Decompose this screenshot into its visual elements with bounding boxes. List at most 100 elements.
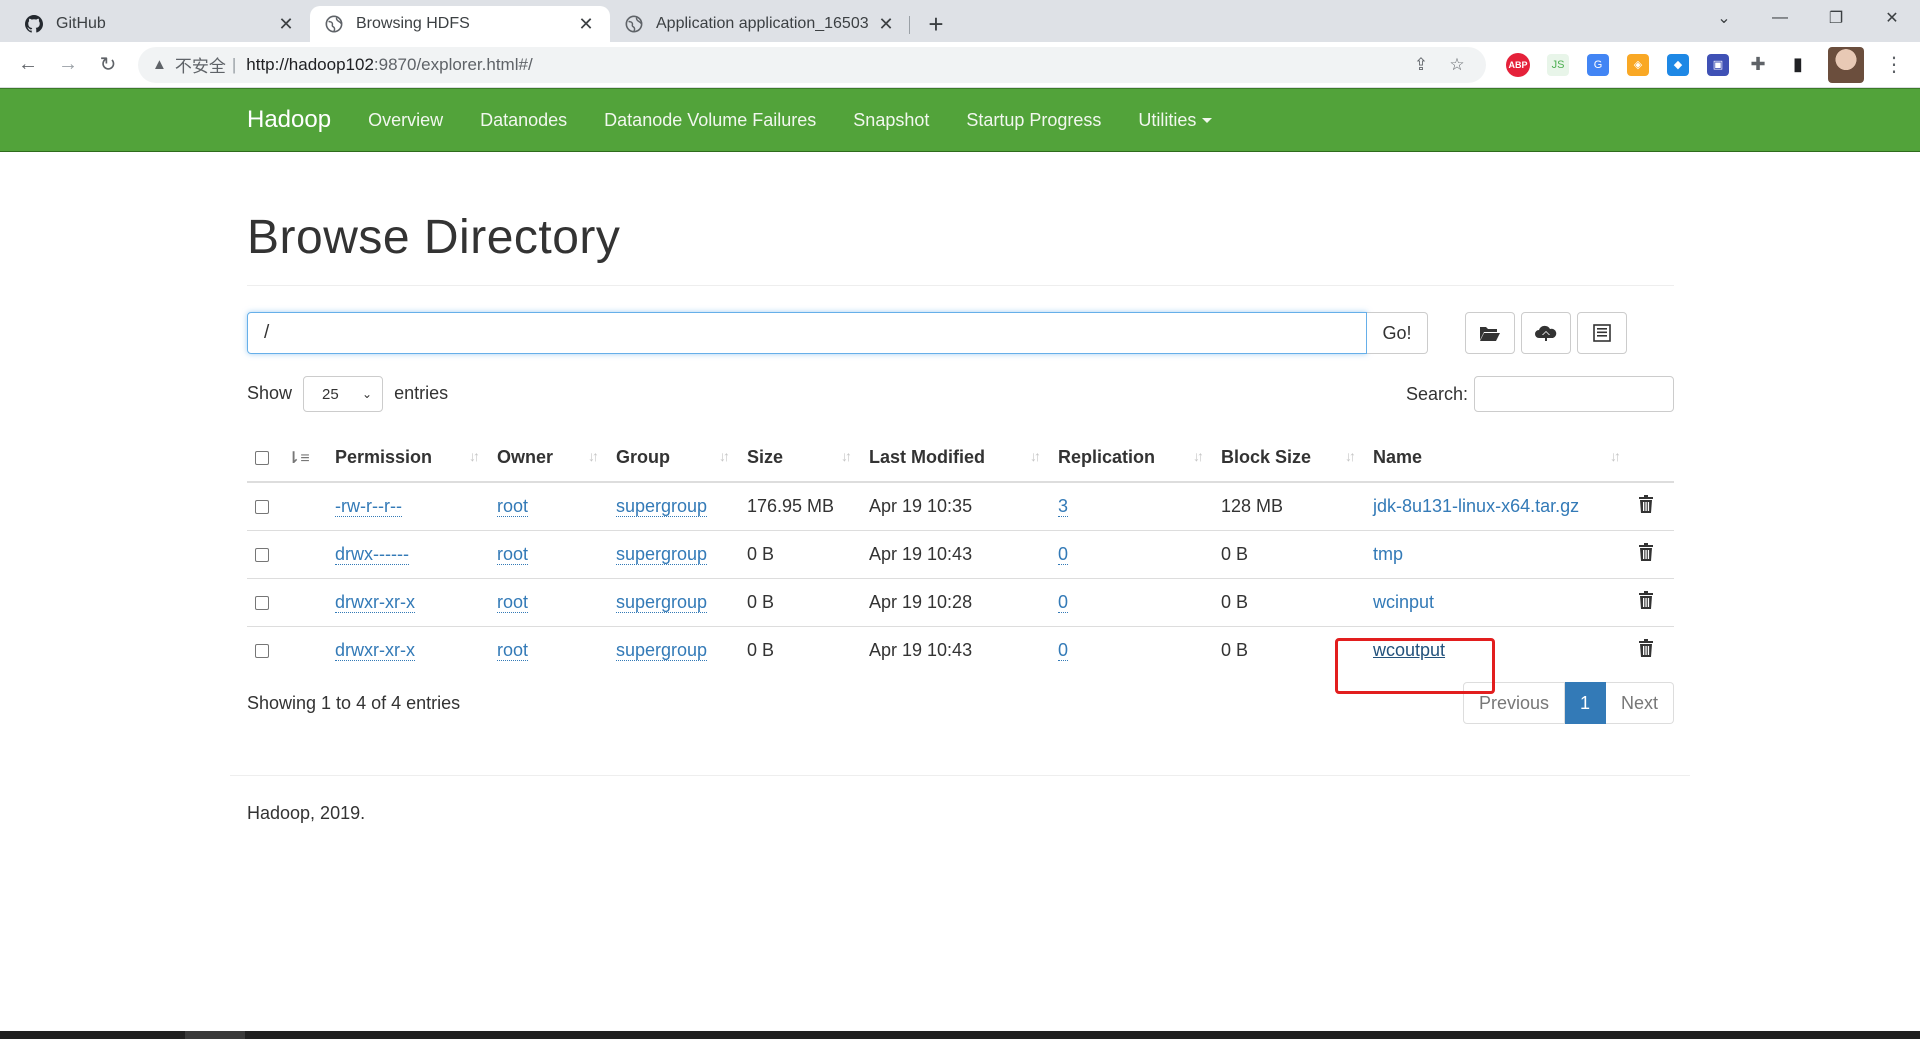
group-link[interactable]: supergroup: [616, 543, 708, 565]
replication-cell: 0: [1050, 577, 1213, 626]
file-name-link[interactable]: wcinput: [1373, 592, 1434, 612]
delete-button[interactable]: [1638, 494, 1654, 514]
extension-orange-icon[interactable]: ◈: [1627, 53, 1649, 76]
size-cell: 176.95 MB: [739, 481, 861, 530]
search-label: Search:: [1405, 383, 1468, 404]
header-label: Block Size: [1221, 447, 1312, 467]
nav-startup-progress[interactable]: Startup Progress: [966, 110, 1101, 131]
close-icon[interactable]: ✕: [576, 14, 596, 34]
nav-datanodes[interactable]: Datanodes: [480, 110, 567, 131]
js-extension-icon[interactable]: JS: [1547, 53, 1569, 76]
sort-ascending-icon: ⇂≡: [287, 450, 310, 467]
replication-link[interactable]: 0: [1058, 591, 1069, 613]
group-link[interactable]: supergroup: [616, 495, 708, 517]
owner-link[interactable]: root: [497, 639, 529, 661]
select-all-checkbox[interactable]: [255, 451, 269, 466]
owner-link[interactable]: root: [497, 495, 529, 517]
pagination-page-1[interactable]: 1: [1564, 682, 1606, 724]
chevron-down-icon[interactable]: ⌄: [1696, 0, 1752, 36]
group-link[interactable]: supergroup: [616, 639, 708, 661]
minimize-icon[interactable]: —: [1752, 0, 1808, 36]
cut-paste-button[interactable]: [1577, 312, 1627, 354]
restore-icon[interactable]: ❐: [1808, 0, 1864, 36]
header-group[interactable]: Group ↓↑: [608, 434, 739, 483]
pagination-next[interactable]: Next: [1605, 682, 1674, 724]
sidebar-icon[interactable]: ▮: [1780, 47, 1816, 83]
highlighted-name: wcoutput: [1335, 637, 1495, 694]
delete-button[interactable]: [1638, 542, 1654, 562]
nav-datanode-volume-failures[interactable]: Datanode Volume Failures: [604, 110, 816, 131]
showing-info: Showing 1 to 4 of 4 entries: [247, 692, 461, 713]
avatar[interactable]: [1828, 46, 1864, 83]
extensions-area: ABP JS G ◈ ◆ ▣ ✚ ▮ ⋮: [1500, 46, 1912, 83]
header-permission[interactable]: Permission ↓↑: [327, 434, 489, 483]
close-icon[interactable]: ✕: [876, 14, 896, 34]
header-replication[interactable]: Replication ↓↑: [1050, 434, 1213, 483]
save-extension-icon[interactable]: ▣: [1707, 53, 1729, 76]
owner-cell: root: [489, 529, 608, 578]
entries-per-page-select[interactable]: 25 ⌄: [303, 376, 384, 412]
owner-link[interactable]: root: [497, 591, 529, 613]
nav-utilities[interactable]: Utilities: [1138, 110, 1213, 131]
header-label: Size: [747, 447, 784, 467]
row-checkbox[interactable]: [255, 644, 269, 658]
header-name[interactable]: Name ↓↑: [1365, 434, 1630, 483]
create-directory-button[interactable]: [1465, 312, 1515, 354]
navbar-brand[interactable]: Hadoop: [247, 106, 331, 134]
extension-blue-icon[interactable]: ◆: [1667, 53, 1689, 76]
puzzle-icon[interactable]: ✚: [1740, 47, 1776, 83]
taskbar-item[interactable]: [185, 1031, 245, 1039]
close-icon[interactable]: ✕: [276, 14, 296, 34]
header-block-size[interactable]: Block Size ↓↑: [1213, 434, 1365, 483]
permission-link[interactable]: drwx------: [335, 543, 409, 565]
nav-snapshot[interactable]: Snapshot: [853, 110, 929, 131]
tab-browsing-hdfs[interactable]: Browsing HDFS ✕: [310, 6, 610, 42]
upload-button[interactable]: [1521, 312, 1571, 354]
new-tab-button[interactable]: +: [918, 6, 954, 42]
group-link[interactable]: supergroup: [616, 591, 708, 613]
table-row: drwxr-xr-x root supergroup 0 B Apr 19 10…: [247, 577, 1674, 626]
spacer-cell: [287, 529, 327, 578]
row-checkbox[interactable]: [255, 500, 269, 514]
reload-icon[interactable]: ↻: [88, 45, 128, 85]
back-icon[interactable]: ←: [8, 45, 48, 85]
delete-button[interactable]: [1638, 590, 1654, 610]
browser-toolbar: ← → ↻ ▲ 不安全 | http://hadoop102:9870/expl…: [0, 42, 1920, 88]
header-owner[interactable]: Owner ↓↑: [489, 434, 608, 483]
file-name-link[interactable]: tmp: [1373, 544, 1403, 564]
close-window-icon[interactable]: ✕: [1864, 0, 1920, 36]
replication-link[interactable]: 0: [1058, 639, 1069, 661]
search-input[interactable]: [1474, 376, 1674, 412]
tab-github[interactable]: GitHub ✕: [10, 6, 310, 42]
tab-title: GitHub: [56, 15, 106, 32]
header-label: Owner: [497, 447, 554, 467]
forward-icon[interactable]: →: [48, 45, 88, 85]
sort-column-header[interactable]: ⇂≡: [287, 434, 327, 483]
row-select-cell: [247, 577, 287, 626]
replication-link[interactable]: 3: [1058, 495, 1069, 517]
select-all-header: [247, 434, 287, 483]
adblock-icon[interactable]: ABP: [1506, 52, 1530, 77]
header-last-modified[interactable]: Last Modified ↓↑: [861, 434, 1050, 483]
delete-button[interactable]: [1638, 638, 1654, 658]
header-size[interactable]: Size ↓↑: [739, 434, 861, 483]
row-checkbox[interactable]: [255, 547, 269, 562]
replication-link[interactable]: 0: [1058, 543, 1069, 565]
share-icon[interactable]: ⇪: [1406, 50, 1436, 80]
nav-overview[interactable]: Overview: [368, 110, 443, 131]
tab-application[interactable]: Application application_16503 ✕: [610, 6, 910, 42]
translate-icon[interactable]: G: [1587, 53, 1609, 76]
owner-link[interactable]: root: [497, 543, 529, 565]
permission-link[interactable]: drwxr-xr-x: [335, 639, 415, 661]
permission-link[interactable]: -rw-r--r--: [335, 495, 402, 517]
tab-title: Application application_16503: [656, 15, 869, 32]
group-cell: supergroup: [608, 625, 739, 674]
star-icon[interactable]: ☆: [1442, 50, 1472, 80]
menu-icon[interactable]: ⋮: [1876, 47, 1912, 83]
permission-link[interactable]: drwxr-xr-x: [335, 591, 415, 613]
file-name-link[interactable]: jdk-8u131-linux-x64.tar.gz: [1373, 496, 1579, 516]
address-bar[interactable]: ▲ 不安全 | http://hadoop102:9870/explorer.h…: [138, 46, 1486, 83]
go-button[interactable]: Go!: [1367, 312, 1428, 354]
directory-path-input[interactable]: /: [247, 312, 1367, 354]
row-checkbox[interactable]: [255, 595, 269, 610]
